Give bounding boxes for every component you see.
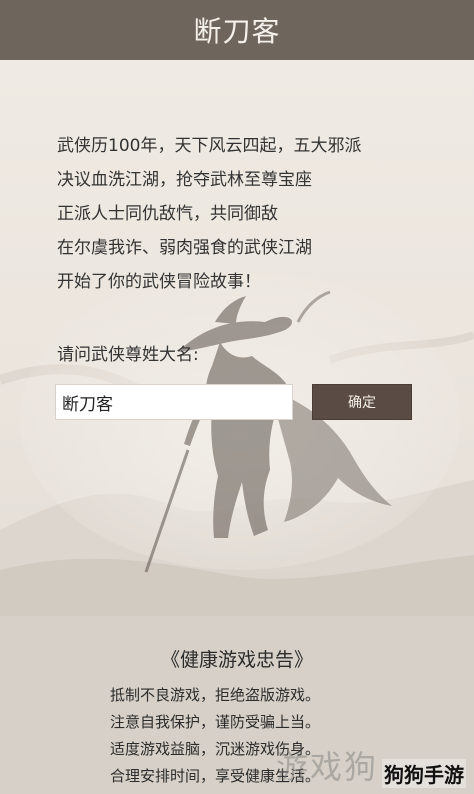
site-watermark: 游戏狗 狗狗手游 xyxy=(276,742,466,788)
confirm-button[interactable]: 确定 xyxy=(312,384,412,420)
advisory-title: 《健康游戏忠告》 xyxy=(160,649,313,671)
story-line: 决议血洗江湖，抢夺武林至尊宝座 xyxy=(57,170,312,190)
sword-blade xyxy=(144,449,190,573)
hero-name-input[interactable] xyxy=(55,384,293,420)
story-line: 在尔虞我诈、弱肉强食的武侠江湖 xyxy=(57,238,312,258)
watermark-faint-text: 游戏狗 xyxy=(275,748,378,786)
story-line: 开始了你的武侠冒险故事！ xyxy=(57,272,261,292)
watermark-brand: 狗狗手游 xyxy=(382,759,466,788)
intro-screen: 武侠历100年，天下风云四起，五大邪派 决议血洗江湖，抢夺武林至尊宝座 正派人士… xyxy=(0,60,474,616)
health-advisory: 《健康游戏忠告》 抵制不良游戏，拒绝盗版游戏。 注意自我保护，谨防受骗上当。 适… xyxy=(0,616,474,794)
story-line: 武侠历100年，天下风云四起，五大邪派 xyxy=(57,136,362,156)
story-line: 正派人士同仇敌忾，共同御敌 xyxy=(57,204,278,224)
advisory-line: 抵制不良游戏，拒绝盗版游戏。 xyxy=(110,686,321,704)
story-intro: 武侠历100年，天下风云四起，五大邪派 决议血洗江湖，抢夺武林至尊宝座 正派人士… xyxy=(57,129,447,299)
top-bar: 断刀客 xyxy=(0,0,474,60)
advisory-line: 注意自我保护，谨防受骗上当。 xyxy=(110,713,321,731)
name-prompt-label: 请问武侠尊姓大名: xyxy=(57,345,199,365)
app-title: 断刀客 xyxy=(193,15,281,48)
